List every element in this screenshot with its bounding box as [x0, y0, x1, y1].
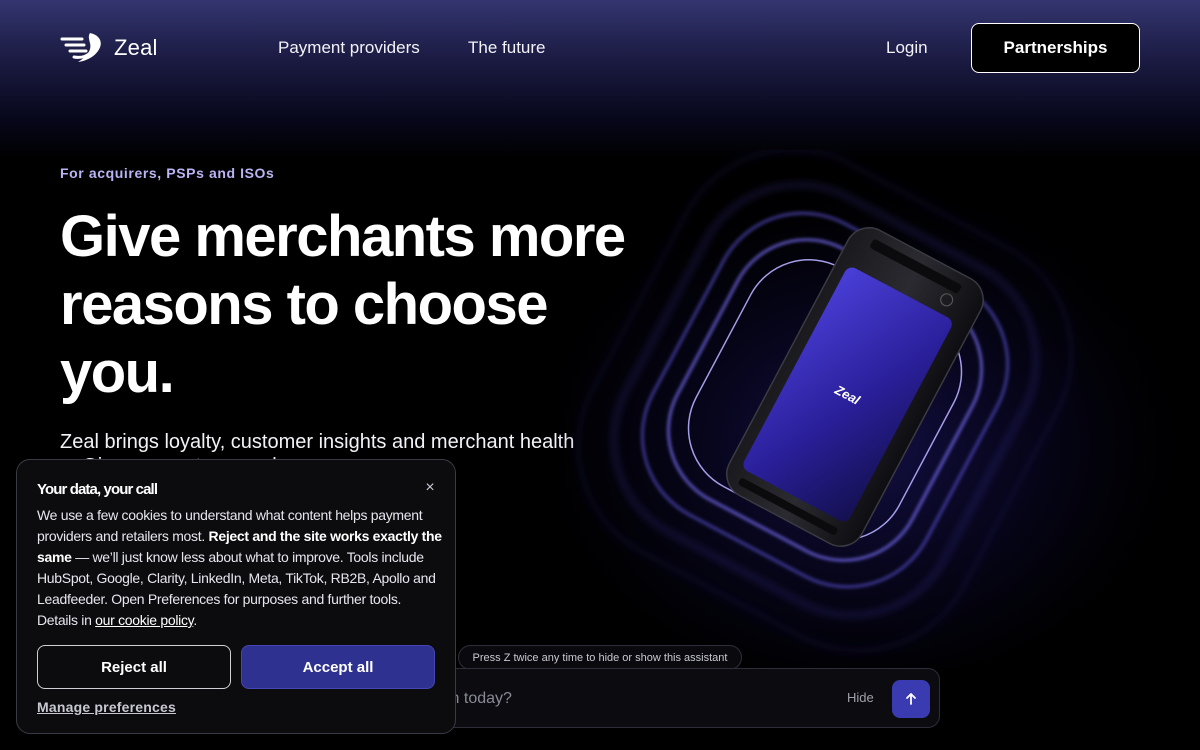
- hero-eyebrow: For acquirers, PSPs and ISOs: [60, 165, 275, 181]
- arrow-up-icon: [906, 693, 916, 705]
- logo-text: Zeal: [114, 35, 158, 60]
- accept-all-button[interactable]: Accept all: [241, 645, 435, 689]
- assistant-hide-button[interactable]: Hide: [847, 690, 874, 705]
- partnerships-button[interactable]: Partnerships: [971, 23, 1140, 73]
- site-header: Zeal Payment providers The future Login …: [0, 0, 1200, 96]
- payment-terminal-graphic: Zeal: [540, 147, 1180, 680]
- reject-all-button[interactable]: Reject all: [37, 645, 231, 689]
- assistant-bar: Hide: [418, 668, 940, 728]
- nav-link-the-future[interactable]: The future: [468, 38, 546, 58]
- cookie-body-end: .: [193, 612, 197, 628]
- cookie-banner: Your data, your call × We use a few cook…: [16, 459, 456, 734]
- cookie-title: Your data, your call: [37, 481, 158, 498]
- assistant-input[interactable]: [431, 683, 791, 715]
- manage-preferences-link[interactable]: Manage preferences: [37, 699, 176, 715]
- zeal-wing-icon: [60, 33, 101, 62]
- nav-link-payment-providers[interactable]: Payment providers: [278, 38, 420, 58]
- assistant-send-button[interactable]: [892, 680, 930, 718]
- cookie-policy-link[interactable]: our cookie policy: [95, 612, 193, 628]
- hero-title: Give merchants more reasons to choose yo…: [60, 204, 626, 405]
- close-icon[interactable]: ×: [420, 478, 440, 498]
- zeal-logo[interactable]: Zeal: [60, 31, 158, 65]
- login-link[interactable]: Login: [886, 38, 928, 58]
- payment-terminal-illustration: Zeal: [540, 147, 1200, 680]
- assistant-hint: Press Z twice any time to hide or show t…: [458, 645, 742, 670]
- cookie-body: We use a few cookies to understand what …: [37, 505, 442, 631]
